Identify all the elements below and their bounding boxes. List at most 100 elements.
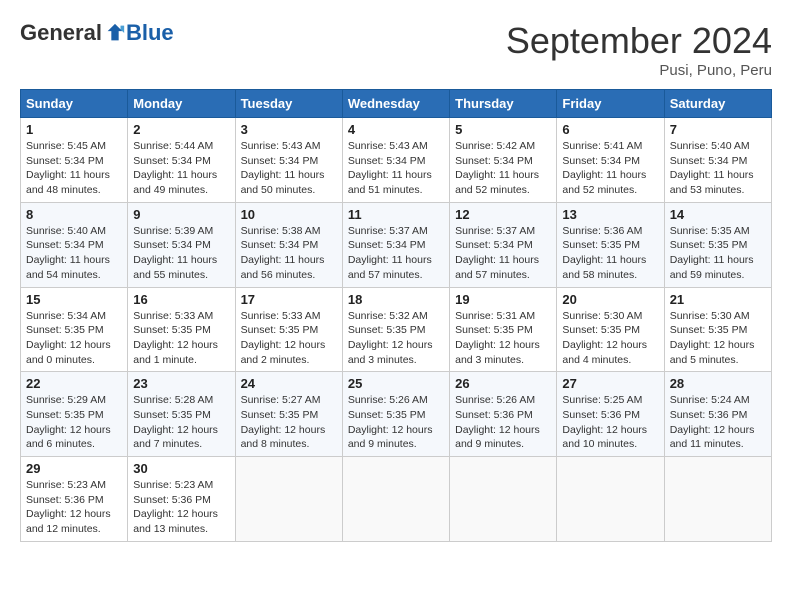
day-number: 5 — [455, 122, 551, 137]
calendar-cell — [235, 457, 342, 542]
day-info: Sunrise: 5:24 AMSunset: 5:36 PMDaylight:… — [670, 393, 766, 452]
day-number: 29 — [26, 461, 122, 476]
day-number: 19 — [455, 292, 551, 307]
day-number: 23 — [133, 376, 229, 391]
calendar-cell: 7 Sunrise: 5:40 AMSunset: 5:34 PMDaylight… — [664, 118, 771, 203]
calendar-cell: 22 Sunrise: 5:29 AMSunset: 5:35 PMDayligh… — [21, 372, 128, 457]
day-info: Sunrise: 5:42 AMSunset: 5:34 PMDaylight:… — [455, 139, 551, 198]
calendar-week-row: 1 Sunrise: 5:45 AMSunset: 5:34 PMDaylight… — [21, 118, 772, 203]
calendar-cell: 24Sunrise: 5:27 AMSunset: 5:35 PMDayligh… — [235, 372, 342, 457]
calendar-cell: 16 Sunrise: 5:33 AMSunset: 5:35 PMDayligh… — [128, 287, 235, 372]
calendar-cell: 28 Sunrise: 5:24 AMSunset: 5:36 PMDayligh… — [664, 372, 771, 457]
day-info: Sunrise: 5:38 AMSunset: 5:34 PMDaylight:… — [241, 224, 337, 283]
day-info: Sunrise: 5:36 AMSunset: 5:35 PMDaylight:… — [562, 224, 658, 283]
weekday-header-tuesday: Tuesday — [235, 90, 342, 118]
calendar-cell — [342, 457, 449, 542]
day-info: Sunrise: 5:35 AMSunset: 5:35 PMDaylight:… — [670, 224, 766, 283]
location-subtitle: Pusi, Puno, Peru — [506, 62, 772, 79]
day-number: 11 — [348, 207, 444, 222]
day-info: Sunrise: 5:33 AMSunset: 5:35 PMDaylight:… — [241, 309, 337, 368]
calendar-week-row: 15Sunrise: 5:34 AMSunset: 5:35 PMDayligh… — [21, 287, 772, 372]
day-info: Sunrise: 5:40 AMSunset: 5:34 PMDaylight:… — [26, 224, 122, 283]
calendar-cell: 9 Sunrise: 5:39 AMSunset: 5:34 PMDaylight… — [128, 202, 235, 287]
day-number: 9 — [133, 207, 229, 222]
day-number: 12 — [455, 207, 551, 222]
day-info: Sunrise: 5:43 AMSunset: 5:34 PMDaylight:… — [241, 139, 337, 198]
day-number: 4 — [348, 122, 444, 137]
day-info: Sunrise: 5:27 AMSunset: 5:35 PMDaylight:… — [241, 393, 337, 452]
day-info: Sunrise: 5:44 AMSunset: 5:34 PMDaylight:… — [133, 139, 229, 198]
calendar-cell: 11 Sunrise: 5:37 AMSunset: 5:34 PMDayligh… — [342, 202, 449, 287]
day-number: 20 — [562, 292, 658, 307]
day-info: Sunrise: 5:41 AMSunset: 5:34 PMDaylight:… — [562, 139, 658, 198]
day-number: 2 — [133, 122, 229, 137]
day-number: 25 — [348, 376, 444, 391]
day-number: 21 — [670, 292, 766, 307]
day-number: 1 — [26, 122, 122, 137]
day-info: Sunrise: 5:40 AMSunset: 5:34 PMDaylight:… — [670, 139, 766, 198]
calendar-cell: 2 Sunrise: 5:44 AMSunset: 5:34 PMDaylight… — [128, 118, 235, 203]
calendar-cell: 10 Sunrise: 5:38 AMSunset: 5:34 PMDayligh… — [235, 202, 342, 287]
day-number: 16 — [133, 292, 229, 307]
day-info: Sunrise: 5:37 AMSunset: 5:34 PMDaylight:… — [455, 224, 551, 283]
title-block: September 2024 Pusi, Puno, Peru — [506, 20, 772, 79]
calendar-cell: 12 Sunrise: 5:37 AMSunset: 5:34 PMDayligh… — [450, 202, 557, 287]
weekday-header-saturday: Saturday — [664, 90, 771, 118]
calendar-table: SundayMondayTuesdayWednesdayThursdayFrid… — [20, 89, 772, 542]
calendar-cell: 6Sunrise: 5:41 AMSunset: 5:34 PMDaylight… — [557, 118, 664, 203]
day-info: Sunrise: 5:39 AMSunset: 5:34 PMDaylight:… — [133, 224, 229, 283]
calendar-cell: 4 Sunrise: 5:43 AMSunset: 5:34 PMDaylight… — [342, 118, 449, 203]
calendar-cell: 1 Sunrise: 5:45 AMSunset: 5:34 PMDaylight… — [21, 118, 128, 203]
day-number: 3 — [241, 122, 337, 137]
day-info: Sunrise: 5:30 AMSunset: 5:35 PMDaylight:… — [670, 309, 766, 368]
weekday-header-wednesday: Wednesday — [342, 90, 449, 118]
calendar-cell: 13Sunrise: 5:36 AMSunset: 5:35 PMDayligh… — [557, 202, 664, 287]
logo-general-text: General — [20, 20, 102, 46]
day-info: Sunrise: 5:26 AMSunset: 5:35 PMDaylight:… — [348, 393, 444, 452]
day-number: 17 — [241, 292, 337, 307]
calendar-cell: 26 Sunrise: 5:26 AMSunset: 5:36 PMDayligh… — [450, 372, 557, 457]
day-number: 26 — [455, 376, 551, 391]
day-info: Sunrise: 5:32 AMSunset: 5:35 PMDaylight:… — [348, 309, 444, 368]
calendar-cell: 15Sunrise: 5:34 AMSunset: 5:35 PMDayligh… — [21, 287, 128, 372]
day-info: Sunrise: 5:43 AMSunset: 5:34 PMDaylight:… — [348, 139, 444, 198]
day-number: 30 — [133, 461, 229, 476]
calendar-cell: 18 Sunrise: 5:32 AMSunset: 5:35 PMDayligh… — [342, 287, 449, 372]
logo-blue-text: Blue — [126, 20, 174, 46]
day-info: Sunrise: 5:23 AMSunset: 5:36 PMDaylight:… — [26, 478, 122, 537]
month-title: September 2024 — [506, 20, 772, 62]
logo: General Blue — [20, 20, 174, 46]
day-number: 27 — [562, 376, 658, 391]
weekday-header-sunday: Sunday — [21, 90, 128, 118]
day-info: Sunrise: 5:34 AMSunset: 5:35 PMDaylight:… — [26, 309, 122, 368]
day-number: 22 — [26, 376, 122, 391]
day-number: 18 — [348, 292, 444, 307]
day-info: Sunrise: 5:31 AMSunset: 5:35 PMDaylight:… — [455, 309, 551, 368]
day-info: Sunrise: 5:25 AMSunset: 5:36 PMDaylight:… — [562, 393, 658, 452]
calendar-cell: 8Sunrise: 5:40 AMSunset: 5:34 PMDaylight… — [21, 202, 128, 287]
calendar-cell: 20 Sunrise: 5:30 AMSunset: 5:35 PMDayligh… — [557, 287, 664, 372]
page-header: General Blue September 2024 Pusi, Puno, … — [20, 20, 772, 79]
day-info: Sunrise: 5:45 AMSunset: 5:34 PMDaylight:… — [26, 139, 122, 198]
day-number: 10 — [241, 207, 337, 222]
calendar-cell: 3 Sunrise: 5:43 AMSunset: 5:34 PMDaylight… — [235, 118, 342, 203]
day-number: 28 — [670, 376, 766, 391]
day-info: Sunrise: 5:30 AMSunset: 5:35 PMDaylight:… — [562, 309, 658, 368]
calendar-cell: 29 Sunrise: 5:23 AMSunset: 5:36 PMDayligh… — [21, 457, 128, 542]
calendar-cell: 5 Sunrise: 5:42 AMSunset: 5:34 PMDaylight… — [450, 118, 557, 203]
day-info: Sunrise: 5:33 AMSunset: 5:35 PMDaylight:… — [133, 309, 229, 368]
weekday-header-monday: Monday — [128, 90, 235, 118]
day-info: Sunrise: 5:37 AMSunset: 5:34 PMDaylight:… — [348, 224, 444, 283]
calendar-cell: 23Sunrise: 5:28 AMSunset: 5:35 PMDayligh… — [128, 372, 235, 457]
calendar-week-row: 22 Sunrise: 5:29 AMSunset: 5:35 PMDayligh… — [21, 372, 772, 457]
day-number: 14 — [670, 207, 766, 222]
calendar-cell: 27 Sunrise: 5:25 AMSunset: 5:36 PMDayligh… — [557, 372, 664, 457]
day-info: Sunrise: 5:26 AMSunset: 5:36 PMDaylight:… — [455, 393, 551, 452]
day-number: 7 — [670, 122, 766, 137]
day-info: Sunrise: 5:29 AMSunset: 5:35 PMDaylight:… — [26, 393, 122, 452]
calendar-cell — [664, 457, 771, 542]
calendar-cell — [557, 457, 664, 542]
calendar-week-row: 29 Sunrise: 5:23 AMSunset: 5:36 PMDayligh… — [21, 457, 772, 542]
calendar-cell: 17 Sunrise: 5:33 AMSunset: 5:35 PMDayligh… — [235, 287, 342, 372]
calendar-cell: 21 Sunrise: 5:30 AMSunset: 5:35 PMDayligh… — [664, 287, 771, 372]
